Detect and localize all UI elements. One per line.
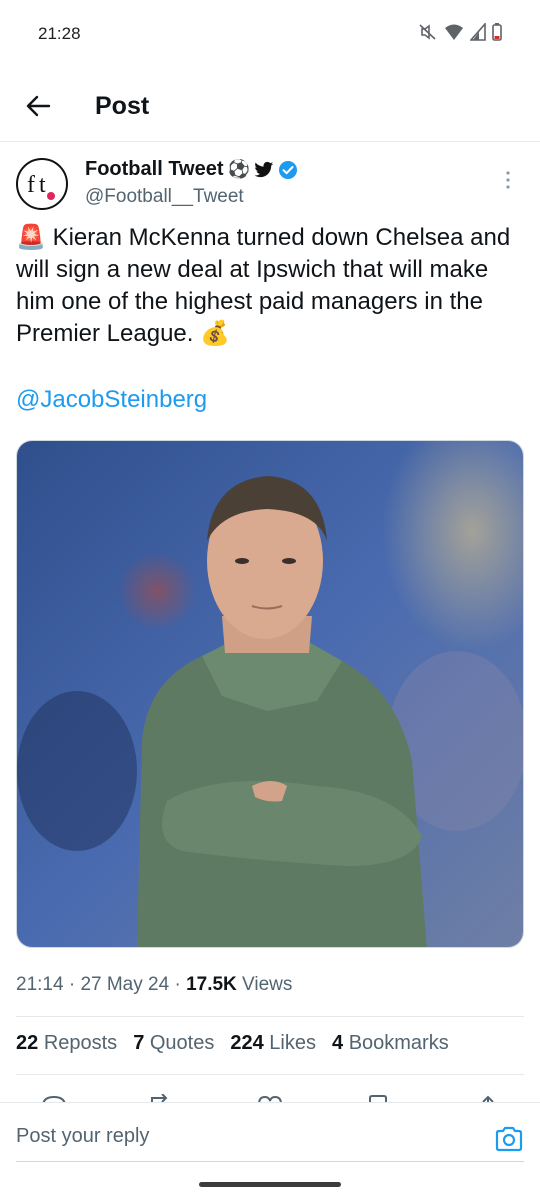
stat-label: Likes xyxy=(269,1032,316,1054)
stat-label: Quotes xyxy=(149,1032,215,1054)
reply-input[interactable]: Post your reply xyxy=(16,1125,149,1148)
views-count: 17.5K xyxy=(186,974,237,995)
wifi-icon xyxy=(445,24,463,40)
stat-reposts[interactable]: 22 Reposts xyxy=(16,1032,117,1055)
divider xyxy=(16,1016,524,1017)
twitter-bird-icon xyxy=(254,161,274,177)
tweet-media-photo[interactable] xyxy=(16,440,524,948)
app-header: Post xyxy=(0,70,540,142)
author-name-row: Football Tweet ⚽ xyxy=(85,158,298,181)
views-label: Views xyxy=(242,974,293,995)
stat-count: 224 xyxy=(230,1032,264,1054)
tweet-body: Kieran McKenna turned down Chelsea and w… xyxy=(16,224,511,347)
reply-bar: Post your reply xyxy=(0,1102,540,1162)
home-indicator[interactable] xyxy=(199,1182,341,1187)
stat-count: 7 xyxy=(133,1032,145,1054)
back-arrow-icon xyxy=(26,95,51,117)
meta-separator: · xyxy=(174,974,187,995)
author-handle[interactable]: @Football__Tweet xyxy=(85,186,244,208)
more-vertical-icon xyxy=(506,171,510,189)
camera-icon xyxy=(495,1126,523,1152)
meta-separator: · xyxy=(68,974,81,995)
divider xyxy=(16,1074,524,1075)
money-bag-emoji: 💰 xyxy=(200,320,230,347)
verified-badge-icon xyxy=(278,160,297,179)
reply-underline xyxy=(16,1161,524,1162)
status-icons xyxy=(418,22,502,42)
soccer-ball-emoji: ⚽ xyxy=(227,159,250,179)
status-time: 21:28 xyxy=(38,24,81,43)
more-options-button[interactable] xyxy=(498,168,518,192)
stat-bookmarks[interactable]: 4 Bookmarks xyxy=(332,1032,449,1055)
page-title: Post xyxy=(95,92,150,120)
status-bar: 21:28 xyxy=(0,0,540,70)
back-button[interactable] xyxy=(20,88,56,124)
tweet-date: 27 May 24 xyxy=(80,974,170,995)
stat-count: 22 xyxy=(16,1032,39,1054)
photo-manager xyxy=(17,441,523,947)
author-block: f t Football Tweet ⚽ @Football__Tweet xyxy=(16,156,524,216)
stat-likes[interactable]: 224 Likes xyxy=(230,1032,316,1055)
mute-icon xyxy=(419,24,436,40)
tweet-time: 21:14 xyxy=(16,974,64,995)
svg-text:f: f xyxy=(27,172,35,198)
svg-text:t: t xyxy=(39,172,46,198)
mention-link[interactable]: @JacobSteinberg xyxy=(16,384,207,416)
stat-quotes[interactable]: 7 Quotes xyxy=(133,1032,214,1055)
author-name[interactable]: Football Tweet xyxy=(85,158,224,181)
stat-count: 4 xyxy=(332,1032,344,1054)
signal-icon xyxy=(470,23,486,41)
stat-label: Reposts xyxy=(43,1032,118,1054)
camera-button[interactable] xyxy=(494,1125,524,1153)
tweet-meta: 21:14 · 27 May 24 · 17.5K Views xyxy=(16,974,292,996)
engagement-stats: 22 Reposts 7 Quotes 224 Likes 4 Bookmark… xyxy=(16,1032,449,1055)
stat-label: Bookmarks xyxy=(348,1032,449,1054)
avatar[interactable]: f t xyxy=(16,158,68,210)
siren-emoji: 🚨 xyxy=(16,224,46,251)
battery-icon xyxy=(492,23,502,41)
tweet-text: 🚨 Kieran McKenna turned down Chelsea and… xyxy=(16,222,526,350)
football-tweet-logo: f t xyxy=(20,162,64,206)
